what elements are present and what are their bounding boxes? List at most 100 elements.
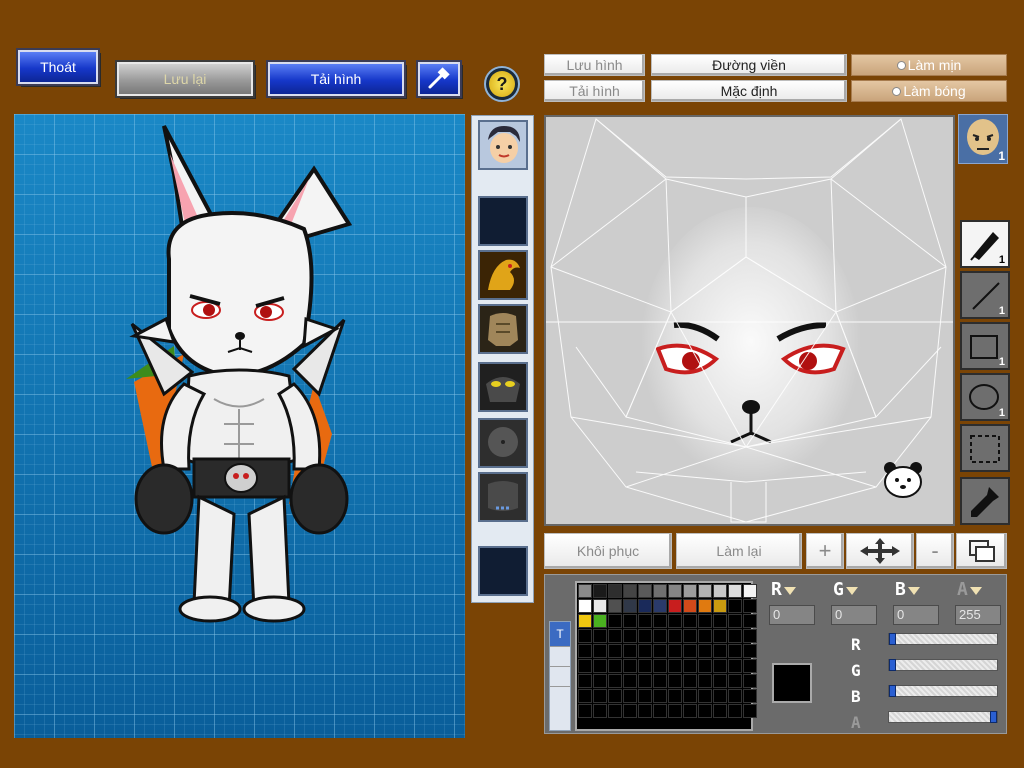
g-value-field[interactable]: 0: [831, 605, 877, 625]
palette-swatch[interactable]: [713, 659, 727, 673]
palette-swatch[interactable]: [608, 674, 622, 688]
slot-body[interactable]: [478, 304, 528, 354]
palette-swatch[interactable]: [638, 659, 652, 673]
restore-button[interactable]: Khôi phục: [544, 533, 672, 569]
palette-tab-t[interactable]: T: [550, 622, 570, 646]
palette-swatch[interactable]: [683, 644, 697, 658]
palette-swatch[interactable]: [713, 614, 727, 628]
default-button[interactable]: Mặc định: [651, 80, 847, 102]
palette-swatch[interactable]: [698, 629, 712, 643]
palette-swatch[interactable]: [608, 584, 622, 598]
a-value-field[interactable]: 255: [955, 605, 1001, 625]
palette-swatch[interactable]: [593, 704, 607, 718]
palette-swatch[interactable]: [698, 584, 712, 598]
palette-swatch[interactable]: [713, 674, 727, 688]
palette-swatch[interactable]: [743, 689, 757, 703]
palette-swatch[interactable]: [668, 689, 682, 703]
palette-swatch[interactable]: [698, 674, 712, 688]
outline-button[interactable]: Đường viền: [651, 54, 847, 76]
texture-canvas[interactable]: [544, 115, 955, 526]
palette-swatch[interactable]: [728, 644, 742, 658]
palette-swatch[interactable]: [698, 599, 712, 613]
palette-swatch[interactable]: [623, 584, 637, 598]
rectangle-tool[interactable]: 1: [960, 322, 1010, 370]
palette-swatch[interactable]: [608, 659, 622, 673]
palette-tab-4[interactable]: [550, 686, 570, 706]
palette-swatch[interactable]: [608, 644, 622, 658]
palette-swatch[interactable]: [653, 674, 667, 688]
palette-swatch[interactable]: [728, 689, 742, 703]
palette-swatch[interactable]: [578, 674, 592, 688]
palette-swatch[interactable]: [653, 584, 667, 598]
slot-gloves[interactable]: [478, 418, 528, 468]
smooth-option[interactable]: Làm mịn: [851, 54, 1007, 76]
redo-button[interactable]: Làm lại: [676, 533, 802, 569]
palette-swatch[interactable]: [623, 629, 637, 643]
palette-swatch[interactable]: [638, 614, 652, 628]
palette-swatch[interactable]: [593, 689, 607, 703]
palette-swatch[interactable]: [578, 599, 592, 613]
palette-swatch[interactable]: [638, 584, 652, 598]
palette-swatch[interactable]: [623, 644, 637, 658]
palette-swatch[interactable]: [683, 614, 697, 628]
save-button[interactable]: Lưu lại: [115, 60, 255, 98]
palette-swatch[interactable]: [668, 614, 682, 628]
palette-swatch[interactable]: [713, 599, 727, 613]
palette-swatch[interactable]: [683, 584, 697, 598]
palette-swatch[interactable]: [623, 689, 637, 703]
palette-swatch[interactable]: [623, 614, 637, 628]
palette-swatch[interactable]: [728, 704, 742, 718]
palette-swatch[interactable]: [743, 644, 757, 658]
palette-swatch[interactable]: [713, 644, 727, 658]
palette-swatch[interactable]: [653, 644, 667, 658]
palette-swatch[interactable]: [743, 659, 757, 673]
palette-swatch[interactable]: [713, 584, 727, 598]
palette-swatch[interactable]: [608, 599, 622, 613]
palette-swatch[interactable]: [578, 644, 592, 658]
palette-swatch[interactable]: [638, 629, 652, 643]
a-slider-knob[interactable]: [990, 711, 997, 723]
palette-swatch[interactable]: [608, 704, 622, 718]
palette-swatch[interactable]: [653, 614, 667, 628]
palette-swatch[interactable]: [638, 599, 652, 613]
slot-dragon[interactable]: [478, 250, 528, 300]
palette-swatch[interactable]: [608, 689, 622, 703]
load-button[interactable]: Tải hình: [266, 60, 406, 98]
select-tool[interactable]: [960, 424, 1010, 472]
line-tool[interactable]: 1: [960, 271, 1010, 319]
palette-swatch[interactable]: [668, 644, 682, 658]
palette-swatch[interactable]: [638, 644, 652, 658]
palette-swatch[interactable]: [578, 614, 592, 628]
r-slider[interactable]: [888, 633, 998, 645]
palette-swatch[interactable]: [668, 674, 682, 688]
palette-swatch[interactable]: [593, 674, 607, 688]
palette-swatch[interactable]: [638, 704, 652, 718]
palette-swatch[interactable]: [623, 704, 637, 718]
palette-swatch[interactable]: [593, 644, 607, 658]
palette-swatch[interactable]: [683, 704, 697, 718]
smooth-radio[interactable]: [896, 60, 906, 70]
palette-swatch[interactable]: [653, 599, 667, 613]
palette-tab-3[interactable]: [550, 666, 570, 686]
r-slider-knob[interactable]: [889, 633, 896, 645]
palette-swatch[interactable]: [683, 659, 697, 673]
r-value-field[interactable]: 0: [769, 605, 815, 625]
palette-swatch[interactable]: [728, 584, 742, 598]
palette-swatch[interactable]: [593, 614, 607, 628]
palette-swatch[interactable]: [743, 704, 757, 718]
palette-swatch[interactable]: [638, 674, 652, 688]
b-channel-header[interactable]: B: [895, 579, 920, 600]
palette-swatch[interactable]: [683, 629, 697, 643]
load-image-button[interactable]: Tải hình: [544, 80, 645, 102]
palette-swatch[interactable]: [578, 584, 592, 598]
eyedropper-tool[interactable]: [960, 477, 1010, 525]
color-palette-grid[interactable]: [575, 581, 757, 731]
pen-tool[interactable]: 1: [960, 220, 1010, 268]
slot-empty-1[interactable]: [478, 196, 528, 246]
layer-button[interactable]: [956, 533, 1007, 569]
ellipse-tool[interactable]: 1: [960, 373, 1010, 421]
b-slider-knob[interactable]: [889, 685, 896, 697]
character-preview[interactable]: [14, 114, 465, 738]
palette-swatch[interactable]: [698, 659, 712, 673]
palette-swatch[interactable]: [743, 674, 757, 688]
